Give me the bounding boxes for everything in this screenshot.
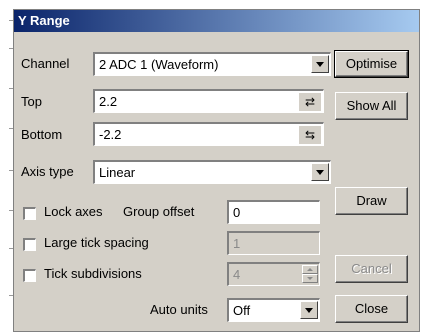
background-page <box>0 0 13 333</box>
draw-button[interactable]: Draw <box>335 187 408 215</box>
dialog-title: Y Range <box>14 10 419 32</box>
channel-value: 2 ADC 1 (Waveform) <box>99 57 219 72</box>
large-tick-value: 1 <box>233 236 241 251</box>
swap-up-icon[interactable]: ⇆ <box>299 126 321 144</box>
cancel-button: Cancel <box>335 255 408 283</box>
chevron-down-icon[interactable] <box>311 163 329 181</box>
group-offset-value: 0 <box>233 205 241 220</box>
top-value: 2.2 <box>99 94 118 109</box>
tick-subdivisions-checkbox[interactable] <box>23 269 36 282</box>
tick-subdivisions-stepper: 4 <box>227 262 320 286</box>
chevron-down-icon[interactable] <box>311 55 329 73</box>
swap-down-icon[interactable]: ⇄ <box>299 93 321 111</box>
auto-units-select[interactable]: Off <box>227 298 320 322</box>
group-offset-input[interactable]: 0 <box>227 200 320 224</box>
close-button[interactable]: Close <box>335 295 408 323</box>
lock-axes-label: Lock axes <box>44 204 103 219</box>
tick-subdivisions-label: Tick subdivisions <box>44 266 142 281</box>
y-range-dialog: Y Range Channel 2 ADC 1 (Waveform) Top 2… <box>13 9 420 332</box>
spin-icon <box>302 265 318 284</box>
channel-select[interactable]: 2 ADC 1 (Waveform) <box>93 52 331 76</box>
bottom-value: -2.2 <box>99 127 122 142</box>
auto-units-label: Auto units <box>150 302 208 317</box>
axis-type-label: Axis type <box>21 164 74 179</box>
chevron-down-icon[interactable] <box>300 301 318 319</box>
top-input[interactable]: 2.2 ⇄ <box>93 89 324 113</box>
auto-units-value: Off <box>233 303 251 318</box>
channel-label: Channel <box>21 56 70 71</box>
large-tick-input: 1 <box>227 231 320 255</box>
top-label: Top <box>21 94 42 109</box>
bottom-input[interactable]: -2.2 ⇆ <box>93 122 324 146</box>
bottom-label: Bottom <box>21 127 63 142</box>
axis-type-select[interactable]: Linear <box>93 160 331 184</box>
lock-axes-checkbox[interactable] <box>23 207 36 220</box>
show-all-button[interactable]: Show All <box>335 92 408 120</box>
tick-subdivisions-value: 4 <box>233 267 241 282</box>
large-tick-checkbox[interactable] <box>23 238 36 251</box>
large-tick-label: Large tick spacing <box>44 235 149 250</box>
group-offset-label: Group offset <box>123 204 195 219</box>
optimise-button[interactable]: Optimise <box>334 50 409 78</box>
axis-type-value: Linear <box>99 165 136 180</box>
